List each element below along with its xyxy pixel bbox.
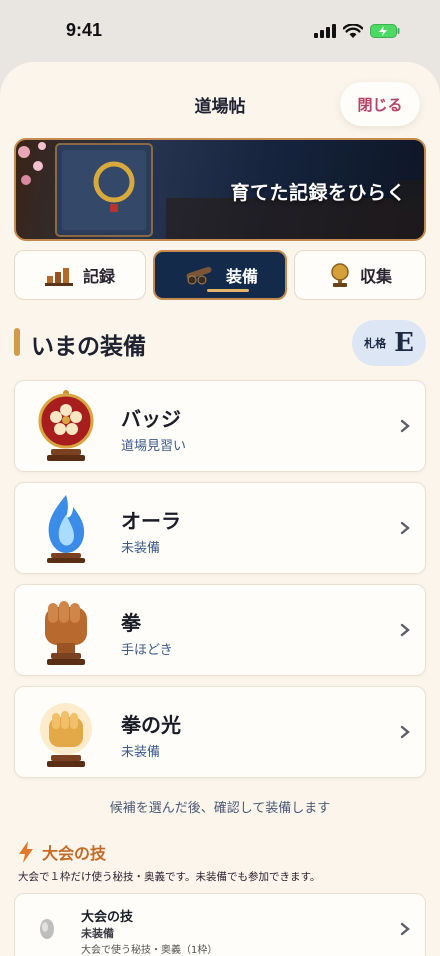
technique-description: 大会で１枠だけ使う秘技・奥義です。未装備でも参加できます。: [18, 871, 321, 883]
tab-records-label: 記録: [82, 267, 115, 286]
status-icons: [314, 24, 400, 38]
card-subtitle: 未装備: [121, 541, 161, 556]
wifi-icon: [343, 24, 363, 38]
section-title: いまの装備: [31, 333, 146, 360]
tab-bar: 記録 装備 収集: [14, 250, 426, 300]
battery-charging-icon: [370, 24, 400, 38]
sakura-badge-icon: [38, 390, 94, 461]
card-title: オーラ: [121, 509, 181, 533]
cannon-icon: [186, 266, 212, 285]
fist-icon: [45, 601, 87, 665]
rank-label: 札格: [364, 337, 387, 350]
glowing-fist-icon: [40, 703, 92, 767]
trophy-icon: [331, 263, 349, 287]
status-bar: 9:41: [0, 0, 440, 62]
bar-chart-icon: [44, 268, 73, 286]
equipment-sheet: 道場帖 閉じる 育てた記録をひらく 記録 装備 収集 いまの装備 札格 E バッ…: [0, 62, 440, 956]
technique-card-status: 未装備: [81, 927, 114, 940]
banner-text: 育てた記録をひらく: [230, 182, 406, 204]
rank-badge: 札格 E: [352, 320, 426, 366]
empty-slot-icon: [40, 919, 54, 939]
card-title: 拳の光: [121, 713, 181, 737]
blue-flame-icon: [47, 495, 85, 563]
card-subtitle: 未装備: [121, 745, 161, 760]
section-accent-bar: [14, 328, 20, 356]
tab-collection[interactable]: 収集: [294, 250, 426, 300]
card-title: 拳: [121, 611, 141, 635]
tab-records[interactable]: 記録: [14, 250, 146, 300]
equipment-card-fist-light[interactable]: 拳の光 未装備: [14, 686, 426, 778]
equipment-section-header: いまの装備 札格 E: [14, 320, 426, 366]
equipment-card-badge[interactable]: バッジ 道場見習い: [14, 380, 426, 472]
status-time: 9:41: [66, 20, 103, 40]
signal-icon: [314, 24, 336, 38]
chevron-right-icon: [400, 521, 410, 535]
rank-value: E: [394, 328, 414, 358]
records-banner[interactable]: 育てた記録をひらく: [14, 138, 426, 241]
chevron-right-icon: [400, 419, 410, 433]
equipment-card-fist[interactable]: 拳 手ほどき: [14, 584, 426, 676]
tab-equipment-label: 装備: [225, 267, 258, 286]
technique-card-name: 大会の技: [81, 910, 134, 925]
card-title: バッジ: [121, 407, 181, 431]
close-button[interactable]: 閉じる: [340, 82, 420, 126]
technique-title: 大会の技: [42, 844, 107, 863]
technique-section-header: 大会の技: [18, 840, 106, 864]
chevron-right-icon: [400, 922, 410, 936]
technique-card-note: 大会で使う秘技・奥義（1枠）: [81, 945, 218, 956]
chevron-right-icon: [400, 623, 410, 637]
lightning-icon: [19, 841, 33, 863]
card-subtitle: 道場見習い: [121, 439, 187, 454]
equip-hint-text: 候補を選んだ後、確認して装備します: [109, 801, 331, 816]
technique-card[interactable]: 大会の技 未装備 大会で使う秘技・奥義（1枠）: [14, 893, 426, 956]
sheet-header: 道場帖 閉じる: [0, 62, 440, 144]
equipment-card-aura[interactable]: オーラ 未装備: [14, 482, 426, 574]
tab-equipment[interactable]: 装備: [153, 250, 287, 300]
tab-collection-label: 収集: [359, 267, 392, 286]
card-subtitle: 手ほどき: [121, 643, 173, 658]
chevron-right-icon: [400, 725, 410, 739]
